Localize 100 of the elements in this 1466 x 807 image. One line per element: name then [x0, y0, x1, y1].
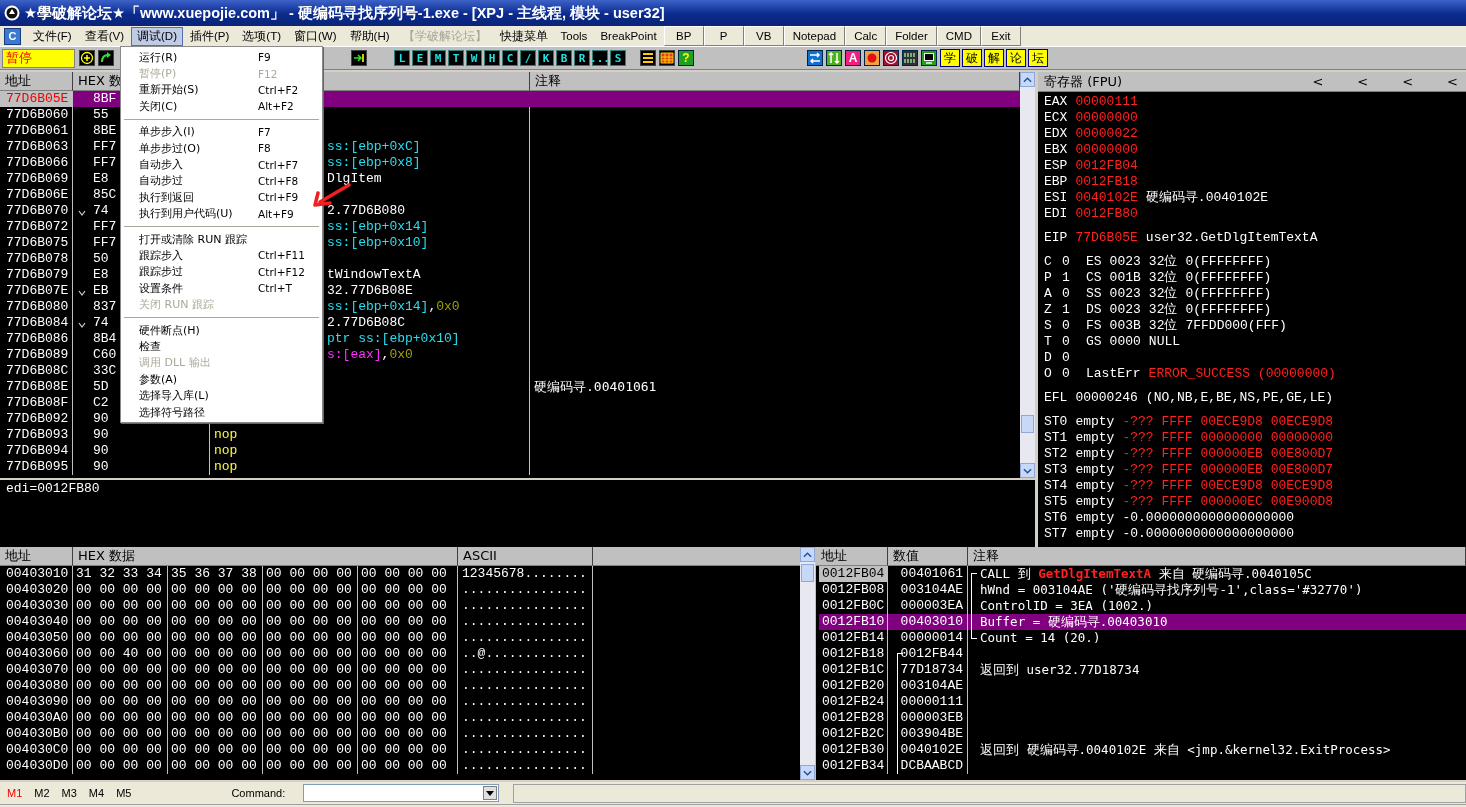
previous-button[interactable]: <	[1353, 74, 1373, 89]
register-value[interactable]: 0012FB04	[1075, 158, 1138, 174]
window-letter-button[interactable]: M	[430, 50, 446, 66]
plugin-button[interactable]: BP	[663, 26, 704, 46]
flag-value[interactable]: 0	[1062, 254, 1072, 270]
register-value[interactable]: 00000246	[1075, 390, 1138, 406]
plugin-button[interactable]: Notepad	[783, 26, 846, 46]
flag-value[interactable]: 0	[1062, 286, 1072, 302]
target-icon[interactable]	[883, 50, 899, 66]
forum-button[interactable]: 坛	[1028, 49, 1048, 67]
scroll-up-button[interactable]	[1020, 72, 1035, 87]
window-letter-button[interactable]: H	[484, 50, 500, 66]
window-letter-button[interactable]: E	[412, 50, 428, 66]
window-letter-button[interactable]: L	[394, 50, 410, 66]
fpu-value[interactable]: -??? FFFF 000000EB 00E800D7	[1122, 446, 1334, 462]
up-down-arrows-icon[interactable]	[826, 50, 842, 66]
menu-item[interactable]: BreakPoint	[594, 28, 663, 44]
menu-item[interactable]: 单步步入(I) F7	[121, 123, 322, 140]
menu-item[interactable]: 自动步过 Ctrl+F8	[121, 172, 322, 190]
register-value[interactable]: 00000000	[1075, 142, 1138, 158]
menu-item[interactable]: 打开或清除 RUN 跟踪	[121, 230, 322, 248]
scrollbar[interactable]	[800, 547, 815, 780]
fpu-value[interactable]: -??? FFFF 00ECE9D8 00ECE9D8	[1122, 414, 1334, 430]
menu-item[interactable]: 检查	[121, 338, 322, 355]
plugin-button[interactable]: Calc	[845, 26, 887, 46]
record-icon[interactable]	[864, 50, 880, 66]
menu-item[interactable]: 参数(A)	[121, 371, 322, 388]
menu-item[interactable]: 窗口(W)	[288, 26, 343, 46]
menu-item[interactable]: 运行(R) F9	[121, 49, 322, 66]
menu-item[interactable]: 执行到用户代码(U) Alt+F9	[121, 205, 322, 222]
flag-value[interactable]: 0	[1062, 334, 1072, 350]
register-value[interactable]: 77D6B05E	[1075, 230, 1138, 246]
memory-tab[interactable]: M4	[83, 787, 110, 799]
register-value[interactable]: 0012FB80	[1075, 206, 1138, 222]
menu-item[interactable]: 执行到返回 Ctrl+F9	[121, 189, 322, 206]
window-letter-button[interactable]: S	[610, 50, 626, 66]
font-button[interactable]: A	[845, 50, 861, 66]
memory-tab[interactable]: M2	[29, 787, 55, 799]
flag-value[interactable]: 1	[1062, 302, 1072, 318]
menu-item[interactable]: 选项(T)	[236, 26, 288, 46]
plugin-button[interactable]: CMD	[936, 26, 981, 46]
menu-item[interactable]: 自动步入 Ctrl+F7	[121, 156, 322, 173]
forum-button[interactable]: 破	[962, 49, 982, 67]
window-letter-button[interactable]: W	[466, 50, 482, 66]
list-icon[interactable]	[640, 50, 656, 66]
menu-item[interactable]: 查看(V)	[78, 26, 131, 46]
register-value[interactable]: 00000022	[1075, 126, 1138, 142]
scrollbar[interactable]	[1020, 72, 1035, 478]
fpu-value[interactable]: -??? FFFF 000000EB 00E800D7	[1122, 462, 1334, 478]
forum-button[interactable]: 论	[1006, 49, 1026, 67]
previous-button[interactable]: <	[1443, 74, 1462, 89]
menu-item[interactable]: 跟踪步过 Ctrl+F12	[121, 263, 322, 281]
plugin-button[interactable]: Exit	[980, 26, 1021, 46]
memory-tab[interactable]: M1	[2, 787, 28, 799]
window-letter-button[interactable]: C	[502, 50, 518, 66]
fpu-value[interactable]: -0.0000000000000000000	[1122, 526, 1295, 542]
fpu-value[interactable]: -??? FFFF 00000000 00000000	[1122, 430, 1334, 446]
menu-item[interactable]: 快捷菜单	[493, 26, 554, 46]
scroll-thumb[interactable]	[1021, 415, 1034, 433]
register-value[interactable]: 00000111	[1075, 94, 1138, 110]
window-letter-button[interactable]: T	[448, 50, 464, 66]
binary-icon[interactable]	[902, 50, 918, 66]
scroll-down-button[interactable]	[1020, 463, 1035, 478]
swap-icon[interactable]	[807, 50, 823, 66]
plugin-button[interactable]: Folder	[886, 26, 937, 46]
scroll-down-button[interactable]	[800, 765, 815, 780]
register-value[interactable]: 0040102E	[1075, 190, 1138, 206]
previous-button[interactable]: <	[1398, 74, 1418, 89]
window-letter-button[interactable]: B	[556, 50, 572, 66]
flag-value[interactable]: 1	[1062, 270, 1072, 286]
menu-item[interactable]: 选择符号路径	[121, 403, 322, 421]
menu-item[interactable]: 设置条件 Ctrl+T	[121, 280, 322, 297]
menu-item[interactable]: 跟踪步入 Ctrl+F11	[121, 247, 322, 264]
column-header[interactable]: 注释	[968, 547, 1466, 566]
forum-button[interactable]: 学	[940, 49, 960, 67]
plugin-button[interactable]: P	[703, 26, 744, 46]
previous-button[interactable]: <	[1308, 74, 1328, 89]
dropdown-button[interactable]	[483, 786, 498, 800]
menu-item[interactable]: 帮助(H)	[343, 26, 396, 46]
fpu-value[interactable]: -??? FFFF 00ECE9D8 00ECE9D8	[1122, 478, 1334, 494]
forum-button[interactable]: 解	[984, 49, 1004, 67]
menu-item[interactable]: 单步步过(O) F8	[121, 139, 322, 157]
menu-item[interactable]: 调试(D)	[131, 26, 183, 46]
menu-item[interactable]: Tools	[554, 28, 594, 44]
scroll-up-button[interactable]	[800, 547, 815, 562]
fpu-value[interactable]: -0.0000000000000000000	[1122, 510, 1295, 526]
column-header[interactable]: ASCII	[458, 547, 593, 566]
scroll-thumb[interactable]	[801, 564, 814, 582]
memory-tab[interactable]: M3	[56, 787, 82, 799]
memory-tab[interactable]: M5	[111, 787, 137, 799]
register-value[interactable]: 00000000	[1075, 110, 1138, 126]
command-field[interactable]	[303, 784, 500, 802]
flag-value[interactable]: 0	[1062, 350, 1072, 366]
column-header[interactable]: HEX 数据	[73, 547, 458, 566]
selected-row[interactable]: 0012FB10 00403010 Buffer = 硬编码寻.00403010	[819, 614, 1466, 630]
register-value[interactable]: 0012FB18	[1075, 174, 1138, 190]
fpu-value[interactable]: -??? FFFF 000000EC 00E900D8	[1122, 494, 1334, 510]
menu-item[interactable]: 选择导入库(L)	[121, 387, 322, 404]
flag-value[interactable]: 0	[1062, 366, 1072, 382]
monitor-icon[interactable]	[921, 50, 937, 66]
